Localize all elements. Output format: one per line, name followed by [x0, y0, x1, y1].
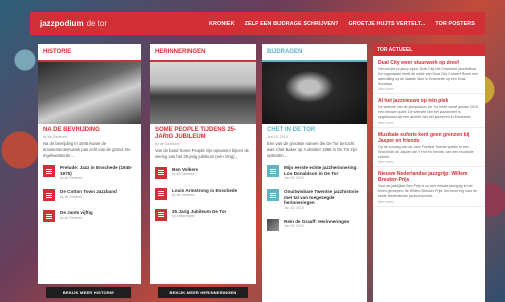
nav-item-kroniek[interactable]: KRONIEK [209, 21, 235, 27]
document-icon [267, 189, 279, 202]
list-item[interactable]: De Jante vijftig by de Gebeurd [43, 210, 136, 223]
column-heading: HISTORIE [38, 44, 141, 62]
document-icon [43, 210, 55, 223]
featured-photo[interactable] [150, 62, 256, 124]
list-item[interactable]: 25 Jarig Jubileum De Tor by zelfschrijven [155, 208, 251, 221]
document-icon [267, 165, 279, 178]
brand-sub: de tor [86, 19, 108, 28]
post-excerpt: Van de band Some People zijn opnamen bij… [155, 148, 249, 160]
column-heading: HERINNERINGEN [150, 44, 256, 62]
news-item[interactable]: Al het jazznieuws op één plek De website… [373, 94, 485, 128]
featured-photo[interactable] [262, 62, 367, 124]
nav-item-posters[interactable]: TOR POSTERS [435, 21, 475, 27]
column-herinneringen: HERINNERINGEN SOME PEOPLE TIJDENS 25-JAR… [150, 44, 256, 284]
list-item[interactable]: De Cotton Town Jazzband by de Gebeurd [43, 189, 136, 202]
site-logo[interactable]: jazzpodium de tor [40, 19, 107, 28]
post-title[interactable]: SOME PEOPLE TIJDENS 25-JARIG JUBILEUM [150, 124, 256, 141]
sidebar-tor-actueel: TOR ACTUEEL Dual City weer stuurwerk op … [373, 44, 485, 302]
document-icon [43, 165, 55, 178]
post-list: Mijn eerste echte jazzherinnering: Lou D… [262, 159, 367, 231]
list-item[interactable]: Onuitwisbare Twentse jazzhistorie met ta… [267, 189, 362, 210]
featured-photo[interactable] [38, 62, 141, 124]
post-title[interactable]: NA DE BEVRIJDING [38, 124, 141, 134]
nav-item-bijdrage[interactable]: ZELF EEN BIJDRAGE SCHRIJVEN? [245, 21, 339, 27]
more-historie-button[interactable]: BEKIJK MEER HISTORIE [46, 287, 131, 298]
post-title[interactable]: CHET IN DE TOR [262, 124, 367, 134]
document-icon [155, 187, 167, 200]
nav-item-groetje[interactable]: GROETJE HUJTS VERTELT... [348, 21, 425, 27]
post-list: Ben Volkers by de Gebeurd Louis Armstrong… [150, 161, 256, 221]
list-item[interactable]: Prelude: Jazz in Enschede (1945-1975) by … [43, 165, 136, 180]
document-icon [155, 166, 167, 179]
column-historie: HISTORIE NA DE BEVRIJDING by de Gebeurd … [38, 44, 141, 284]
more-herinneringen-button[interactable]: BEKIJK MEER HERINNERINGEN [158, 287, 248, 298]
news-item[interactable]: Dual City weer stuurwerk op dreef Het sc… [373, 56, 485, 95]
post-list: Prelude: Jazz in Enschede (1945-1975) by … [38, 159, 141, 223]
document-icon [155, 208, 167, 221]
sidebar-heading-text: TOR ACTUEEL [377, 47, 413, 53]
news-item[interactable]: Nieuwe Nederlandse jazzgrijp: Willem Bre… [373, 167, 485, 207]
thumbnail [267, 218, 279, 231]
list-item[interactable]: Ben Volkers by de Gebeurd [155, 166, 251, 179]
list-item[interactable]: Rein de Graaff: Herinneringen Jan 15, 201… [267, 218, 362, 231]
top-navigation-bar: jazzpodium de tor KRONIEK ZELF EEN BIJDR… [30, 12, 485, 35]
list-item[interactable]: Mijn eerste echte jazzherinnering: Lou D… [267, 165, 362, 180]
post-excerpt: Na de bevrijding in 1945 kwam de amuseme… [43, 141, 131, 158]
brand-main: jazzpodium [40, 19, 84, 28]
list-item[interactable]: Louis Armstrong in Enschede by de Gebeurd [155, 187, 251, 200]
news-item[interactable]: Muzikale euforie kent geen grenzen bij J… [373, 128, 485, 168]
post-excerpt: Een van de grootste namen die De Tor bez… [267, 141, 357, 158]
main-content: HISTORIE NA DE BEVRIJDING by de Gebeurd … [38, 44, 485, 302]
sidebar-heading: TOR ACTUEEL [373, 44, 485, 56]
column-bijdragen: BIJDRAGEN CHET IN DE TOR Jan 15, 2015 Ee… [262, 44, 367, 302]
main-nav: KRONIEK ZELF EEN BIJDRAGE SCHRIJVEN? GRO… [209, 21, 475, 27]
column-heading: BIJDRAGEN [262, 44, 367, 62]
document-icon [43, 189, 55, 202]
